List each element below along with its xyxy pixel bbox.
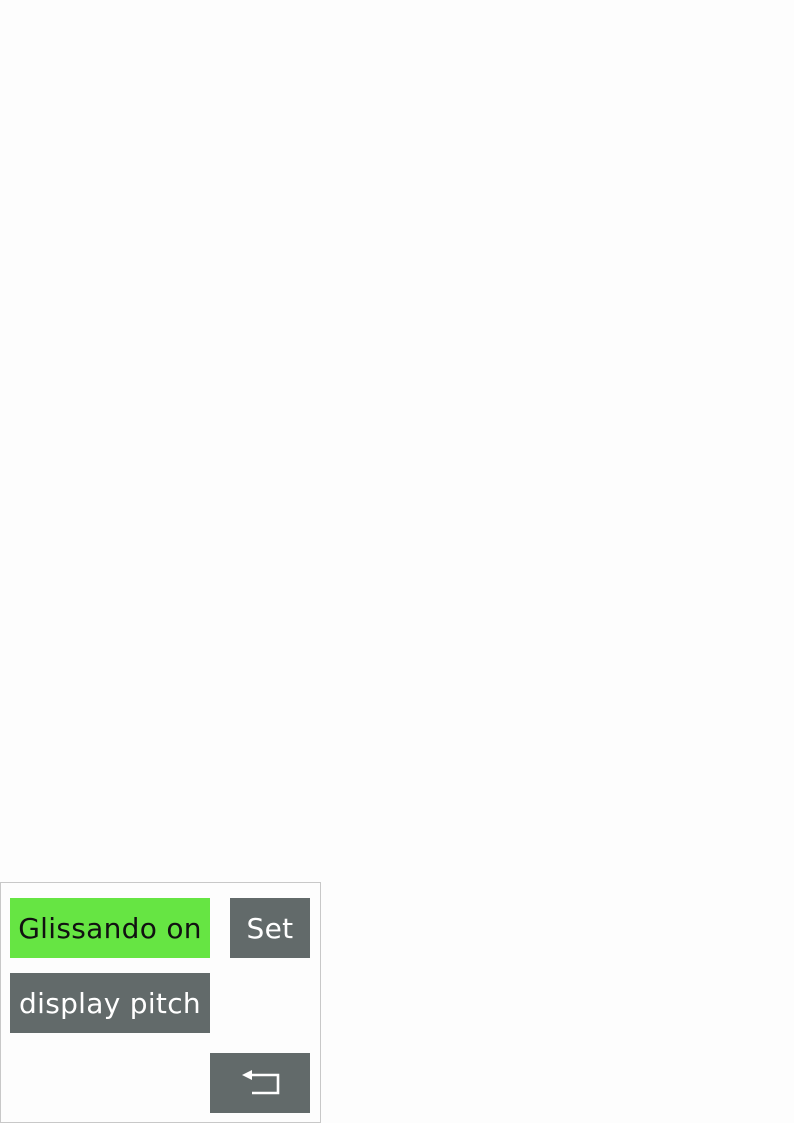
display-pitch-button[interactable]: display pitch — [10, 973, 210, 1033]
glissando-toggle-button[interactable]: Glissando on — [10, 898, 210, 958]
display-pitch-label: display pitch — [19, 986, 201, 1020]
page: Glissando on Set display pitch — [0, 0, 794, 1123]
set-label: Set — [246, 911, 294, 945]
control-panel: Glissando on Set display pitch — [0, 882, 321, 1123]
glissando-label: Glissando on — [18, 911, 202, 945]
return-arrow-icon — [240, 1069, 280, 1097]
back-button[interactable] — [210, 1053, 310, 1113]
set-button[interactable]: Set — [230, 898, 310, 958]
